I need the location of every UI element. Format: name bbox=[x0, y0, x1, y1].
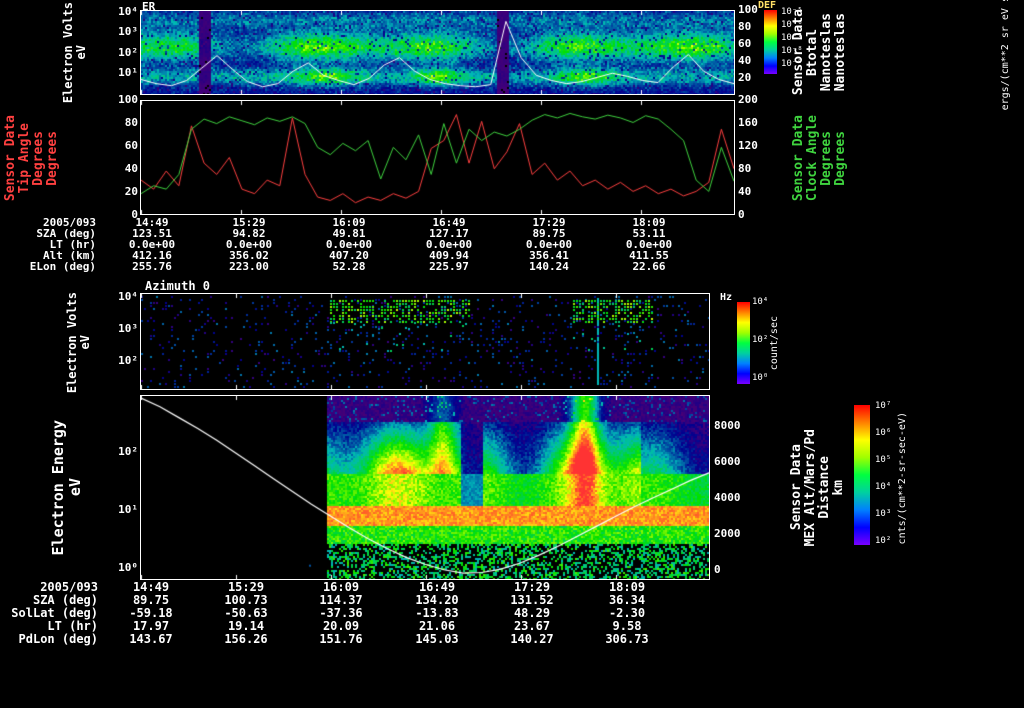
azimuth-panel-title: Azimuth 0 bbox=[145, 279, 211, 293]
azimuth-spectrogram-canvas bbox=[141, 294, 709, 389]
energy-colorbar-tick: 10² bbox=[875, 536, 892, 546]
clock-angle-axis-label: Sensor Data Clock Angle Degrees Degrees bbox=[791, 102, 848, 214]
er-colorbar-tick: 10⁻⁵ bbox=[781, 7, 803, 17]
axis-label-line: Degrees bbox=[833, 130, 848, 186]
er-colorbar-tick: 10⁻⁹ bbox=[781, 59, 803, 69]
angle-left-tick: 60 bbox=[124, 139, 138, 152]
er-left-axis-label: Electron Volts eV bbox=[61, 2, 88, 103]
angle-right-tick: 40 bbox=[738, 185, 752, 198]
energy-right-axis-label: Sensor Data MEX Alt/Mars/Pd Distance km bbox=[789, 405, 846, 570]
er-right-tick: 60 bbox=[738, 37, 752, 50]
table-cell: 140.24 bbox=[529, 260, 569, 273]
plot-page: ER Electron Volts eV Sensor Data Btotal … bbox=[0, 0, 1024, 708]
table-row-label: PdLon (deg) bbox=[18, 632, 98, 646]
angle-right-tick: 120 bbox=[738, 139, 758, 152]
angle-left-tick: 20 bbox=[124, 185, 138, 198]
energy-right-tick: 2000 bbox=[714, 527, 741, 540]
azimuth-colorbar-tick: 10² bbox=[752, 335, 769, 345]
angle-left-tick: 100 bbox=[118, 93, 138, 106]
axis-label-line: Sensor Data bbox=[789, 444, 804, 531]
energy-right-tick: 6000 bbox=[714, 455, 741, 468]
er-spectrogram-canvas bbox=[141, 11, 734, 94]
azimuth-left-axis-label: Electron Volts eV bbox=[65, 292, 92, 393]
table-cell: 22.66 bbox=[632, 260, 666, 273]
axis-label-line: Sensor Data bbox=[3, 114, 18, 202]
table-cell: 151.76 bbox=[319, 632, 363, 646]
er-colorbar-tick: 10⁻⁶ bbox=[781, 20, 803, 30]
axis-label-line: Degrees bbox=[819, 130, 834, 186]
table-cell: 52.28 bbox=[332, 260, 366, 273]
er-colorbar-tick: 10⁻⁸ bbox=[781, 46, 803, 56]
table-cell: 306.73 bbox=[605, 632, 649, 646]
angle-left-tick: 80 bbox=[124, 116, 138, 129]
angle-plot-canvas bbox=[141, 101, 734, 214]
energy-colorbar-tick: 10⁵ bbox=[875, 455, 892, 465]
angle-right-tick: 80 bbox=[738, 162, 752, 175]
axis-label-line: eV bbox=[66, 478, 84, 497]
angle-right-tick: 160 bbox=[738, 116, 758, 129]
energy-colorbar-tick: 10⁶ bbox=[875, 428, 892, 438]
energy-right-tick: 8000 bbox=[714, 419, 741, 432]
table-cell: 140.27 bbox=[510, 632, 554, 646]
er-right-tick: 80 bbox=[738, 20, 752, 33]
axis-label-line: Nanoteslas bbox=[819, 12, 834, 92]
axis-label-line: Degrees bbox=[31, 130, 46, 186]
table-cell: 255.76 bbox=[132, 260, 172, 273]
table-row-label: ELon (deg) bbox=[29, 260, 96, 273]
energy-colorbar-tick: 10⁷ bbox=[875, 401, 892, 411]
azimuth-left-tick: 10³ bbox=[118, 322, 138, 335]
energy-colorbar-tick: 10³ bbox=[875, 509, 892, 519]
units-text: ergs/(cm**2 sr eV s) bbox=[1000, 0, 1011, 111]
angle-left-tick: 40 bbox=[124, 162, 138, 175]
table-cell: 156.26 bbox=[224, 632, 268, 646]
axis-label-line: Distance bbox=[817, 456, 832, 519]
er-left-tick: 10³ bbox=[118, 25, 138, 38]
er-colorbar-units: ergs/(cm**2 sr eV s) bbox=[1000, 0, 1011, 110]
tip-angle-axis-label: Sensor Data Tip Angle Degrees Degrees bbox=[3, 102, 60, 214]
er-spectrogram-panel bbox=[140, 10, 735, 95]
angle-right-tick: 0 bbox=[738, 208, 745, 221]
axis-label-line: Electron Energy bbox=[49, 419, 67, 556]
energy-spectrogram-canvas bbox=[141, 396, 709, 579]
azimuth-colorbar-title: Hz bbox=[720, 292, 733, 303]
energy-spectrogram-panel bbox=[140, 395, 710, 580]
axis-label-line: Nanoteslas bbox=[833, 12, 848, 92]
energy-colorbar-tick: 10⁴ bbox=[875, 482, 892, 492]
azimuth-colorbar bbox=[737, 302, 750, 384]
angle-right-tick: 200 bbox=[738, 93, 758, 106]
table-cell: 225.97 bbox=[429, 260, 469, 273]
azimuth-spectrogram-panel bbox=[140, 293, 710, 390]
er-right-tick: 20 bbox=[738, 71, 752, 84]
table-cell: 223.00 bbox=[229, 260, 269, 273]
axis-label-line: km bbox=[831, 479, 846, 496]
axis-label-line: Tip Angle bbox=[17, 122, 32, 194]
er-left-tick: 10¹ bbox=[118, 66, 138, 79]
energy-right-tick: 0 bbox=[714, 563, 721, 576]
azimuth-left-tick: 10² bbox=[118, 354, 138, 367]
energy-right-tick: 4000 bbox=[714, 491, 741, 504]
energy-colorbar bbox=[854, 405, 870, 545]
azimuth-colorbar-tick: 10⁰ bbox=[752, 373, 769, 383]
energy-left-tick: 10² bbox=[118, 445, 138, 458]
table-cell: 145.03 bbox=[415, 632, 459, 646]
axis-label-line: eV bbox=[78, 335, 92, 350]
azimuth-left-tick: 10⁴ bbox=[118, 290, 138, 303]
axis-label-line: MEX Alt/Mars/Pd bbox=[803, 428, 818, 547]
axis-label-line: Degrees bbox=[45, 130, 60, 186]
er-colorbar-tick: 10⁻⁷ bbox=[781, 33, 803, 43]
table-cell: 143.67 bbox=[129, 632, 173, 646]
energy-colorbar-units: cnts/(cm**2-sr-sec-eV) bbox=[897, 398, 908, 558]
er-left-tick: 10² bbox=[118, 46, 138, 59]
energy-left-tick: 10¹ bbox=[118, 503, 138, 516]
axis-label-line: Sensor Data bbox=[791, 114, 806, 202]
energy-left-axis-label: Electron Energy eV bbox=[49, 400, 84, 575]
axis-label-line: Clock Angle bbox=[805, 114, 820, 202]
azimuth-colorbar-tick: 10⁴ bbox=[752, 297, 769, 307]
axis-label-line: eV bbox=[74, 45, 88, 60]
angle-plot-panel bbox=[140, 100, 735, 215]
er-right-tick: 100 bbox=[738, 3, 758, 16]
er-left-tick: 10⁴ bbox=[118, 5, 138, 18]
energy-left-tick: 10⁰ bbox=[118, 561, 138, 574]
er-right-tick: 40 bbox=[738, 54, 752, 67]
